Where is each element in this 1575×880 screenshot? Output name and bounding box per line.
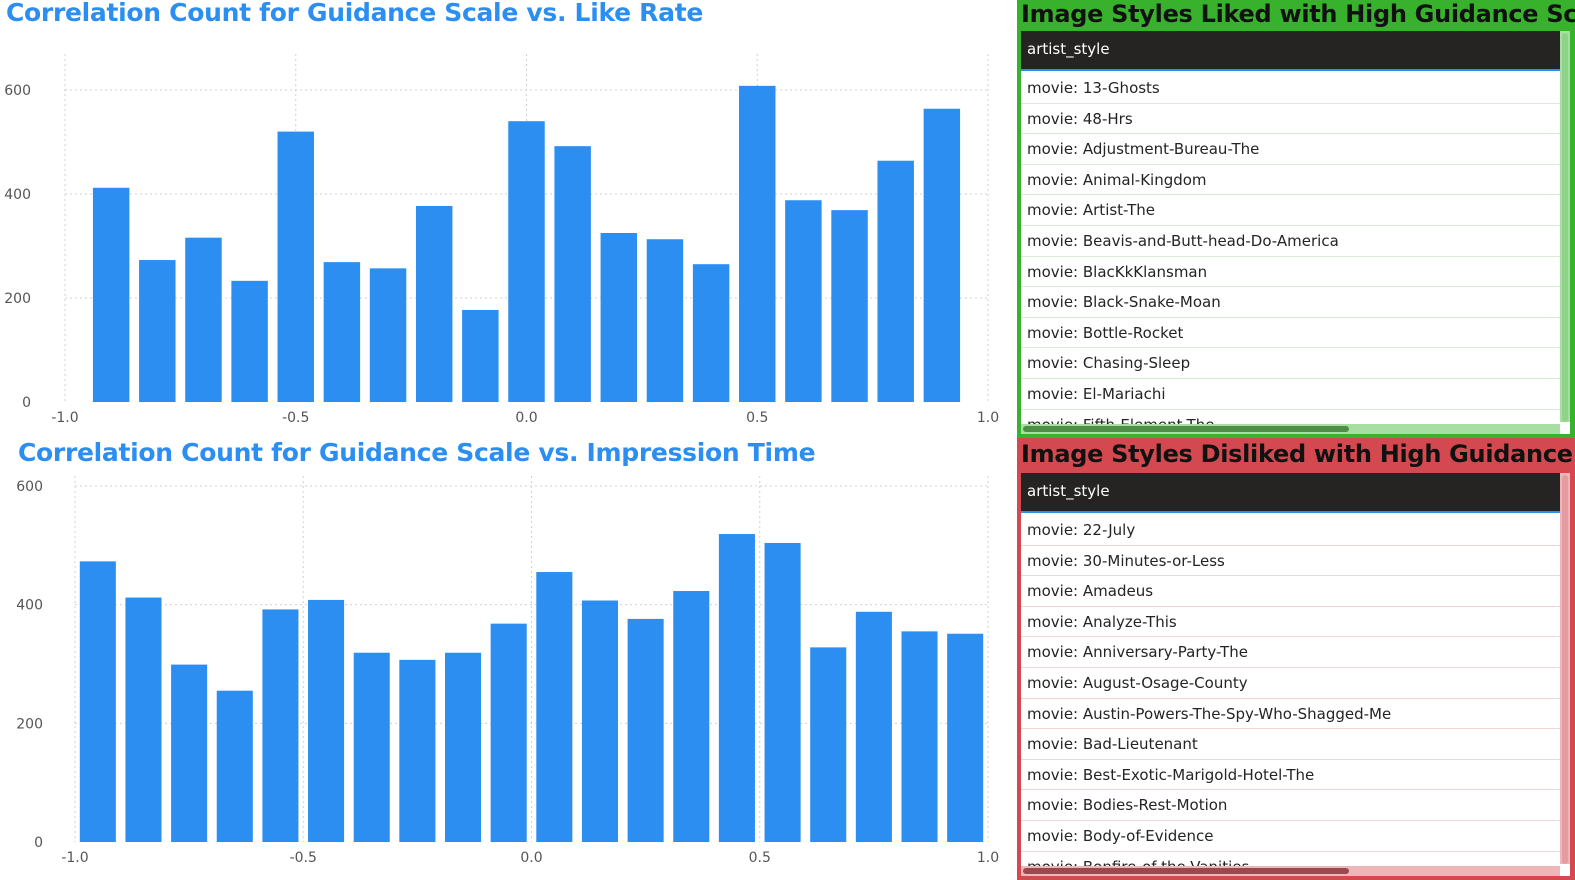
disliked-table-body: movie: 22-July movie: 30-Minutes-or-Less m… — [1021, 513, 1570, 876]
y-tick-label: 600 — [16, 479, 43, 495]
bar[interactable] — [627, 618, 664, 842]
x-tick-label: -1.0 — [51, 410, 78, 426]
disliked-panel-title: Image Styles Disliked with High Guidance… — [1021, 440, 1575, 468]
table-row[interactable]: movie: Black-Snake-Moan — [1021, 287, 1570, 318]
bar[interactable] — [369, 268, 407, 402]
bar[interactable] — [323, 262, 361, 402]
bar[interactable] — [600, 233, 638, 402]
liked-vertical-scroll-thumb[interactable] — [1562, 33, 1568, 422]
bar[interactable] — [171, 664, 208, 842]
bar[interactable] — [764, 542, 801, 842]
x-tick-label: -0.5 — [282, 410, 309, 426]
liked-horizontal-scrollbar[interactable] — [1021, 424, 1560, 434]
table-row[interactable]: movie: 30-Minutes-or-Less — [1021, 546, 1570, 577]
table-row[interactable]: movie: Bodies-Rest-Motion — [1021, 790, 1570, 821]
x-tick-label: 0.0 — [520, 850, 542, 866]
table-row[interactable]: movie: 48-Hrs — [1021, 104, 1570, 135]
bar[interactable] — [877, 160, 914, 402]
disliked-table-column-header[interactable]: artist_style — [1021, 473, 1570, 513]
table-row[interactable]: movie: Best-Exotic-Marigold-Hotel-The — [1021, 760, 1570, 791]
bar[interactable] — [92, 187, 130, 402]
x-tick-label: 1.0 — [977, 410, 999, 426]
disliked-styles-table[interactable]: artist_style movie: 22-July movie: 30-Min… — [1021, 473, 1570, 876]
bar[interactable] — [139, 260, 176, 402]
bar[interactable] — [739, 85, 776, 402]
bar[interactable] — [185, 237, 222, 402]
bar[interactable] — [646, 239, 684, 402]
x-tick-label: 1.0 — [977, 850, 999, 866]
bar[interactable] — [308, 599, 345, 842]
table-row[interactable]: movie: Amadeus — [1021, 576, 1570, 607]
y-tick-label: 0 — [34, 835, 43, 851]
table-row[interactable]: movie: Artist-The — [1021, 195, 1570, 226]
liked-styles-panel: Image Styles Liked with High Guidance Sc… — [1017, 0, 1575, 438]
disliked-vertical-scroll-thumb[interactable] — [1562, 475, 1568, 864]
disliked-styles-panel: Image Styles Disliked with High Guidance… — [1017, 438, 1575, 880]
bar[interactable] — [79, 561, 116, 842]
table-row[interactable]: movie: Austin-Powers-The-Spy-Who-Shagged… — [1021, 699, 1570, 730]
bar[interactable] — [673, 591, 710, 842]
bar[interactable] — [353, 652, 390, 842]
table-row[interactable]: movie: Bottle-Rocket — [1021, 318, 1570, 349]
x-tick-label: 0.5 — [749, 850, 771, 866]
table-row[interactable]: movie: BlacKkKlansman — [1021, 257, 1570, 288]
bar[interactable] — [901, 631, 938, 842]
x-tick-label: -1.0 — [61, 850, 88, 866]
bar[interactable] — [216, 690, 253, 842]
table-row[interactable]: movie: Analyze-This — [1021, 607, 1570, 638]
table-row[interactable]: movie: 13-Ghosts — [1021, 73, 1570, 104]
table-row[interactable]: movie: Beavis-and-Butt-head-Do-America — [1021, 226, 1570, 257]
table-row[interactable]: movie: 22-July — [1021, 515, 1570, 546]
x-tick-label: -0.5 — [290, 850, 317, 866]
table-row[interactable]: movie: August-Osage-County — [1021, 668, 1570, 699]
y-tick-label: 0 — [22, 395, 31, 411]
liked-vertical-scrollbar[interactable] — [1560, 31, 1570, 422]
liked-panel-title: Image Styles Liked with High Guidance Sc… — [1021, 0, 1575, 28]
table-row[interactable]: movie: Chasing-Sleep — [1021, 348, 1570, 379]
bar[interactable] — [692, 264, 730, 402]
x-tick-label: 0.0 — [515, 410, 537, 426]
bar[interactable] — [554, 146, 591, 402]
x-tick-label: 0.5 — [746, 410, 768, 426]
impression-time-chart: 0 200 400 600 -1.0 -0.5 0.0 0.5 1.0 — [16, 476, 999, 866]
liked-horizontal-scroll-thumb[interactable] — [1023, 426, 1349, 432]
bar[interactable] — [262, 609, 299, 842]
disliked-horizontal-scrollbar[interactable] — [1021, 866, 1560, 876]
bar[interactable] — [415, 205, 453, 402]
table-row[interactable]: movie: Animal-Kingdom — [1021, 165, 1570, 196]
bar[interactable] — [718, 534, 755, 842]
table-row[interactable]: movie: Adjustment-Bureau-The — [1021, 134, 1570, 165]
liked-styles-table[interactable]: artist_style movie: 13-Ghosts movie: 48-H… — [1021, 31, 1570, 434]
disliked-vertical-scrollbar[interactable] — [1560, 473, 1570, 864]
table-row[interactable]: movie: Body-of-Evidence — [1021, 821, 1570, 852]
y-tick-label: 200 — [16, 716, 43, 732]
bar[interactable] — [581, 600, 619, 842]
bar[interactable] — [923, 108, 961, 402]
bar[interactable] — [785, 200, 822, 402]
y-tick-label: 400 — [4, 187, 31, 203]
bar[interactable] — [490, 623, 527, 842]
bar[interactable] — [508, 121, 545, 402]
table-row[interactable]: movie: El-Mariachi — [1021, 379, 1570, 410]
y-tick-label: 600 — [4, 83, 31, 99]
table-row[interactable]: movie: Anniversary-Party-The — [1021, 637, 1570, 668]
bar[interactable] — [462, 309, 499, 402]
bar[interactable] — [444, 652, 482, 842]
bar[interactable] — [399, 659, 436, 842]
y-tick-label: 200 — [4, 291, 31, 307]
bar[interactable] — [125, 597, 162, 842]
bar[interactable] — [947, 633, 984, 842]
table-row[interactable]: movie: Bad-Lieutenant — [1021, 729, 1570, 760]
like-rate-chart: 0 200 400 600 -1.0 -0.5 0.0 0.5 1.0 — [4, 54, 999, 426]
bar[interactable] — [536, 572, 573, 842]
liked-table-column-header[interactable]: artist_style — [1021, 31, 1570, 71]
bar[interactable] — [277, 131, 314, 402]
bar[interactable] — [231, 280, 268, 402]
liked-table-body: movie: 13-Ghosts movie: 48-Hrs movie: Adju… — [1021, 71, 1570, 434]
bar[interactable] — [831, 210, 868, 402]
bar[interactable] — [855, 611, 892, 842]
y-tick-label: 400 — [16, 598, 43, 614]
bar[interactable] — [810, 647, 847, 842]
disliked-horizontal-scroll-thumb[interactable] — [1023, 868, 1349, 874]
